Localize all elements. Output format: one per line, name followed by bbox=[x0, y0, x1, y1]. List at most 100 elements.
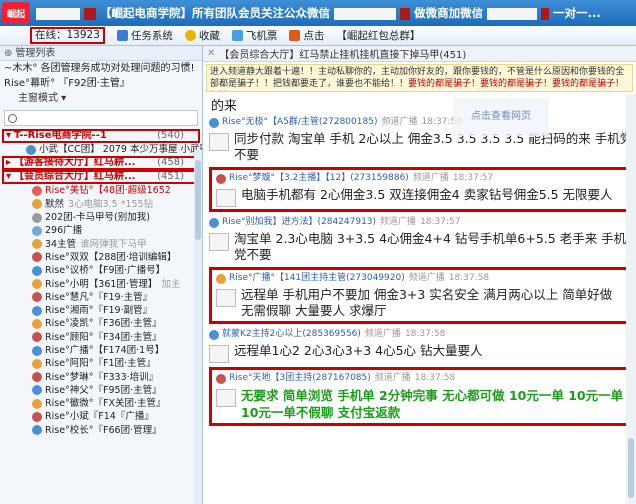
avatar bbox=[32, 225, 42, 236]
avatar bbox=[209, 345, 229, 363]
chevron-right-icon: ▸ bbox=[6, 157, 12, 169]
member-item[interactable]: Rise°校长°『F66团·管理』 bbox=[0, 424, 202, 437]
click-button[interactable]: 点击 bbox=[289, 28, 324, 43]
member-item[interactable]: 296广播 bbox=[0, 224, 202, 237]
sidebar-header: 管理列表 bbox=[0, 46, 202, 61]
member-item[interactable]: Rise°湘雨°『F19·副管』 bbox=[0, 304, 202, 317]
redacted-block bbox=[334, 7, 397, 20]
member-item[interactable]: Rise°小明【361团·管理】 加主 bbox=[0, 277, 202, 290]
redacted-block bbox=[541, 7, 550, 20]
title-suffix: 做微商加微信 bbox=[414, 6, 484, 20]
member-item[interactable]: 默然 3心电脑3.5 *155钻 bbox=[0, 198, 202, 211]
member-item[interactable]: Rise°阿阳°『F1团·主管』 bbox=[0, 357, 202, 370]
sidebar-notice-2[interactable]: Rise°幕昕° 『F92团·主管』 bbox=[0, 76, 202, 91]
member-item[interactable]: Rise°梦琳°『F333·培训』 bbox=[0, 370, 202, 383]
member-item[interactable]: Rise°凌凯°『F36团·主管』 bbox=[0, 317, 202, 330]
avatar bbox=[32, 212, 42, 223]
message-text: 远程单1心2 2心3心3+3 4心5心 钻大量要人 bbox=[234, 343, 483, 358]
chat-scrollbar[interactable] bbox=[626, 94, 636, 504]
group-rise-academy[interactable]: ▾ T--Rise电商学院--1 (540) bbox=[2, 129, 200, 143]
online-count: 在线：13923 bbox=[30, 27, 105, 44]
avatar bbox=[32, 318, 42, 329]
app-logo: 崛起 bbox=[2, 2, 30, 24]
message-highlighted: Rise°广播°【141团主持主管(273049920) 频道广播 18:37:… bbox=[209, 267, 634, 324]
watermark: 点击查看网页 bbox=[453, 98, 549, 136]
message-sender[interactable]: 就蒙K2主持2心以上(285369556) 频道广播 18:37:58 bbox=[209, 328, 636, 341]
favorite-button[interactable]: 收藏 bbox=[184, 28, 220, 43]
avatar bbox=[32, 279, 42, 290]
avatar bbox=[26, 144, 36, 155]
red-packet-group-link[interactable]: 【崛起红包总群】 bbox=[336, 28, 420, 43]
avatar bbox=[32, 332, 42, 343]
message-highlighted: Rise°天地【3团主持(287167085) 频道广播 18:37:58 无要… bbox=[209, 367, 634, 426]
sidebar: 管理列表 ~木木° 各团管理务成功对处理问题的习惯! Rise°幕昕° 『F92… bbox=[0, 46, 203, 504]
member-item[interactable]: Rise°慧凡°『F19·主管』 bbox=[0, 291, 202, 304]
member-item[interactable]: Rise°神父°『F95团·主管』 bbox=[0, 384, 202, 397]
avatar bbox=[32, 239, 42, 250]
avatar bbox=[209, 117, 219, 128]
ticket-button[interactable]: 飞机票 bbox=[231, 28, 277, 43]
title-tail: 一对一... bbox=[553, 6, 601, 20]
message-sender[interactable]: Rise°广播°【141团主持主管(273049920) 频道广播 18:37:… bbox=[216, 272, 627, 285]
message-text: 电脑手机都有 2心佣金3.5 双连接佣金4 卖家钻号佣金5.5 无限要人 bbox=[241, 187, 613, 202]
message-sender[interactable]: Rise°无极°【A5群/主管(272800185) 频道广播 18:37:56 bbox=[209, 116, 636, 129]
task-icon bbox=[116, 30, 128, 41]
message-text: 远程单 手机用户不要加 佣金3+3 实名安全 满月两心以上 简单好做 无需假聊 … bbox=[241, 287, 613, 318]
avatar bbox=[32, 425, 42, 436]
chat-panel: ✕ 【会员综合大厅】红马禁止挂机挂机直接下掉马甲(451) 进入频道静大跟着十遍… bbox=[203, 46, 636, 504]
avatar bbox=[32, 305, 42, 316]
redacted-block bbox=[84, 7, 97, 20]
avatar bbox=[32, 252, 42, 263]
search-icon bbox=[8, 113, 17, 123]
message: Rise°别加我】进方法】(284247913) 频道广播 18:37:57 淘… bbox=[209, 216, 636, 263]
avatar bbox=[216, 189, 236, 207]
redacted-block bbox=[487, 7, 538, 20]
plane-icon bbox=[231, 30, 243, 41]
avatar bbox=[216, 289, 236, 307]
message: Rise°无极°【A5群/主管(272800185) 频道广播 18:37:56… bbox=[209, 116, 636, 163]
member-item[interactable]: Rise°议桥°【F9团·广播号】 bbox=[0, 264, 202, 277]
avatar bbox=[209, 133, 229, 151]
member-item[interactable]: Rise°双双【288团·培训编辑】 bbox=[0, 251, 202, 264]
message-sender[interactable]: Rise°别加我】进方法】(284247913) 频道广播 18:37:57 bbox=[209, 216, 636, 229]
chevron-down-icon: ▾ bbox=[6, 171, 12, 183]
avatar bbox=[209, 329, 219, 340]
member-item[interactable]: Rise°小斌『F14『广播』 bbox=[0, 410, 202, 423]
chevron-down-icon: ▾ bbox=[6, 130, 12, 141]
message: 就蒙K2主持2心以上(285369556) 频道广播 18:37:58 远程单1… bbox=[209, 328, 636, 363]
member-item[interactable]: Rise°广播°【F174团·1号】 bbox=[0, 344, 202, 357]
avatar bbox=[216, 389, 236, 407]
scroll-thumb[interactable] bbox=[628, 438, 634, 498]
scroll-thumb[interactable] bbox=[195, 160, 201, 240]
message-text: 淘宝单 2.3心电脑 3+3.5 4心佣金4+4 钻号手机单6+5.5 老手来 … bbox=[234, 231, 627, 262]
channel-tab[interactable]: ✕ 【会员综合大厅】红马禁止挂机挂机直接下掉马甲(451) bbox=[203, 46, 636, 62]
member-item[interactable]: Rise°顾阳°『F34团·主管』 bbox=[0, 331, 202, 344]
avatar bbox=[216, 273, 226, 284]
member-item[interactable]: Rise°美钻°【48团·超级1652 bbox=[0, 184, 202, 197]
avatar bbox=[216, 173, 226, 184]
group-guest-hall[interactable]: ▸ 【游客接待大厅】红马耕... (458) bbox=[2, 156, 200, 171]
avatar bbox=[32, 265, 42, 276]
avatar bbox=[32, 398, 42, 409]
member-item[interactable]: 小武【CC团】 2079 本少万事屋 小武歌 bbox=[0, 143, 202, 156]
message-text: 同步付款 淘宝单 手机 2心以上 佣金3.5 3.5 3.5 3.5 能扫码的来… bbox=[234, 131, 633, 162]
search-input[interactable] bbox=[4, 110, 198, 126]
message-text: 无要求 简单浏览 手机单 2分钟完事 无心都可做 10元一单 10元一单 10元… bbox=[241, 388, 624, 420]
avatar bbox=[32, 345, 42, 356]
channel-notice: 进入频道静大跟着十遍！！主动私聊你的，主动加你好友的，跟你要钱的，不管是什么原因… bbox=[206, 64, 633, 92]
task-system-button[interactable]: 任务系统 bbox=[116, 28, 173, 43]
redacted-block bbox=[400, 7, 411, 20]
sidebar-scrollbar[interactable] bbox=[194, 150, 202, 504]
avatar bbox=[32, 372, 42, 383]
member-item[interactable]: Rise°徽微°『FX关团·主管』 bbox=[0, 397, 202, 410]
sidebar-notice-1[interactable]: ~木木° 各团管理务成功对处理问题的习惯! bbox=[0, 61, 202, 76]
message-sender[interactable]: Rise°梦璇°【3.2主播】【12】(273159886) 频道广播 18:3… bbox=[216, 172, 627, 185]
member-item[interactable]: 202团-卡马甲号(别加我) bbox=[0, 211, 202, 224]
group-member-hall[interactable]: ▾ 【会员综合大厅】红马耕... (451) bbox=[2, 170, 200, 185]
member-item[interactable]: 34主管 谁网弹我下马甲 bbox=[0, 237, 202, 250]
close-icon[interactable]: ✕ bbox=[207, 48, 215, 59]
avatar bbox=[209, 217, 219, 228]
mode-dropdown[interactable]: 主窗模式 ▾ bbox=[0, 91, 202, 107]
message-sender[interactable]: Rise°天地【3团主持(287167085) 频道广播 18:37:58 bbox=[216, 372, 627, 385]
avatar bbox=[32, 411, 42, 422]
